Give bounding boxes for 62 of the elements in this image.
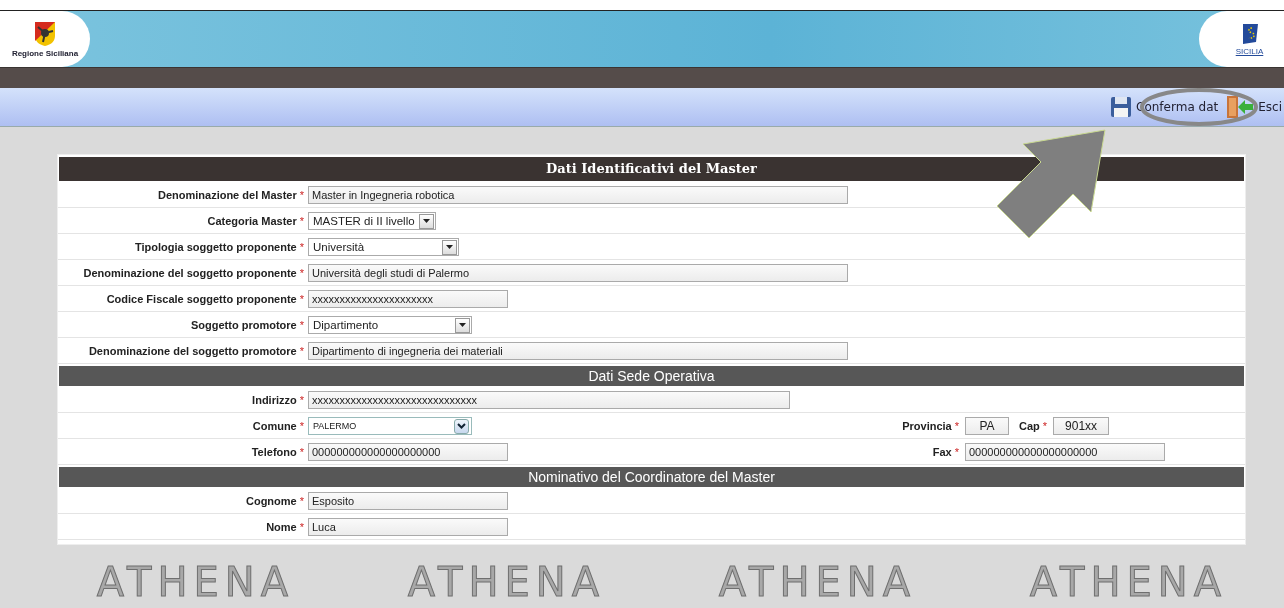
required-mark: *: [299, 394, 304, 406]
field-label: Cap: [1019, 420, 1040, 432]
required-mark: *: [299, 215, 304, 227]
field-label: Denominazione del soggetto promotore: [88, 345, 297, 357]
background-logo-text: ATHENA: [407, 562, 606, 602]
field-label: Telefono: [251, 446, 297, 458]
field-label: Nome: [266, 521, 297, 533]
field-label: Indirizzo: [252, 394, 297, 406]
field-label: Soggetto promotore: [191, 319, 297, 331]
section-header: Dati Sede Operativa: [59, 366, 1244, 386]
required-mark: *: [299, 420, 304, 432]
background-logo-text: ATHENA: [718, 562, 917, 602]
field-label: Denominazione del Master: [157, 189, 297, 201]
field-label: Denominazione del soggetto proponente: [83, 267, 297, 279]
region-logo-caption: Regione Siciliana: [11, 48, 79, 58]
required-mark: *: [299, 319, 304, 331]
field-label: Codice Fiscale soggetto proponente: [106, 293, 297, 305]
section-header: Dati Identificativi del Master: [59, 157, 1244, 181]
dropdown[interactable]: MASTER di II livello: [308, 212, 436, 230]
caret-icon: [422, 219, 430, 223]
text-field[interactable]: Università degli studi di Palermo: [308, 264, 848, 282]
required-mark: *: [299, 521, 304, 533]
required-mark: *: [299, 345, 304, 357]
required-mark: *: [299, 446, 304, 458]
dropdown[interactable]: PALERMO: [308, 417, 472, 435]
text-field[interactable]: 000000000000000000000: [308, 443, 508, 461]
section-header: Nominativo del Coordinatore del Master: [59, 467, 1244, 487]
door-exit-icon: [1226, 95, 1255, 119]
required-mark: *: [299, 495, 304, 507]
text-field[interactable]: Luca: [308, 518, 508, 536]
required-mark: *: [1042, 420, 1048, 432]
field-label: Provincia: [902, 420, 952, 432]
field-label: Fax: [932, 446, 952, 458]
field-label: Comune: [252, 420, 297, 432]
required-mark: *: [954, 446, 959, 458]
text-field[interactable]: PA: [965, 417, 1009, 435]
required-mark: *: [299, 189, 304, 201]
text-field[interactable]: Master in Ingegneria robotica: [308, 186, 848, 204]
text-field[interactable]: xxxxxxxxxxxxxxxxxxxxxx: [308, 290, 508, 308]
caret-icon: [459, 323, 466, 327]
text-field[interactable]: Esposito: [308, 492, 508, 510]
chevron-icon: [457, 423, 466, 429]
dropdown[interactable]: Dipartimento: [308, 316, 472, 334]
text-field[interactable]: xxxxxxxxxxxxxxxxxxxxxxxxxxxxxx: [308, 391, 790, 409]
required-mark: *: [299, 267, 304, 279]
background-logo-text: ATHENA: [96, 562, 295, 602]
text-field[interactable]: 901xx: [1053, 417, 1110, 435]
required-mark: *: [954, 420, 959, 432]
field-label: Categoria Master: [207, 215, 297, 227]
background-logo-text: ATHENA: [1029, 562, 1228, 602]
required-mark: *: [299, 241, 304, 253]
field-label: Cognome: [246, 495, 297, 507]
field-label: Tipologia soggetto proponente: [135, 241, 297, 253]
brand-logo-caption: SICILIA: [1235, 46, 1264, 56]
emblem-icon: [33, 20, 57, 47]
map-icon: [1240, 22, 1259, 47]
required-mark: *: [299, 293, 304, 305]
dropdown[interactable]: Università: [308, 238, 459, 256]
text-field[interactable]: 000000000000000000000: [965, 443, 1165, 461]
exit-button[interactable]: Esci: [1224, 95, 1284, 119]
caret-icon: [446, 245, 453, 249]
text-field[interactable]: Dipartimento di ingegneria dei materiali: [308, 342, 848, 360]
